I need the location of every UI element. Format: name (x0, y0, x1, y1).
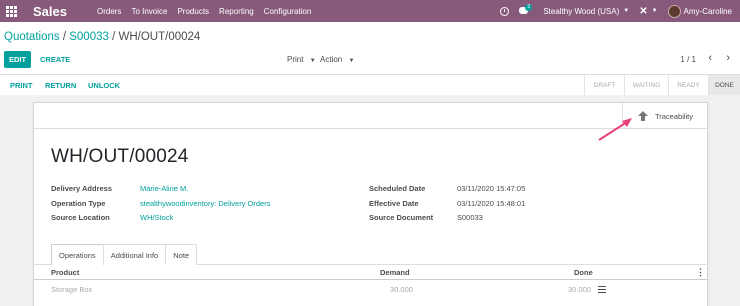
source-location-value[interactable]: WH/Stock (140, 213, 173, 222)
delivery-address-label: Delivery Address (51, 184, 113, 193)
tab-note[interactable]: Note (165, 244, 198, 265)
column-product[interactable]: Product (51, 268, 79, 277)
app-name[interactable]: Sales (33, 4, 67, 19)
create-button[interactable]: CREATE (40, 55, 70, 64)
table-header: Product Demand Done ⋮ (33, 265, 708, 280)
scheduled-date-value: 03/11/2020 15:47:05 (457, 184, 526, 193)
table-row[interactable]: Storage Box 30.000 30.000 (33, 281, 708, 298)
menu-orders[interactable]: Orders (97, 7, 121, 16)
caret-down-icon: ▼ (623, 8, 630, 14)
menu-to-invoice[interactable]: To Invoice (131, 7, 167, 16)
caret-down-icon: ▼ (309, 58, 316, 64)
debug-tools-icon[interactable]: ✕ ▼ (639, 6, 657, 17)
breadcrumb-sale-order[interactable]: S00033 (69, 31, 109, 43)
record-title: WH/OUT/00024 (51, 146, 189, 167)
caret-down-icon: ▼ (348, 58, 355, 64)
cell-done: 30.000 (568, 285, 591, 294)
traceability-label: Traceability (654, 111, 694, 121)
action-dropdown[interactable]: Action ▼ (320, 55, 354, 64)
pager-value[interactable]: 1 / 1 (680, 55, 696, 64)
source-document-value: S00033 (457, 213, 483, 222)
unlock-button[interactable]: UNLOCK (88, 81, 120, 90)
stage-waiting: WAITING (624, 75, 668, 95)
user-name: Amy-Caroline (683, 6, 732, 16)
effective-date-label: Effective Date (369, 199, 419, 208)
pager-next-icon[interactable]: › (726, 52, 730, 64)
source-document-label: Source Document (369, 213, 434, 222)
operation-type-label: Operation Type (51, 199, 106, 208)
avatar (667, 4, 681, 18)
detailed-operations-icon[interactable] (598, 286, 606, 293)
top-navbar: Sales Orders To Invoice Products Reporti… (0, 0, 740, 22)
print-button[interactable]: PRINT (10, 81, 33, 90)
edit-button[interactable]: EDIT (4, 51, 31, 68)
effective-date-value: 03/11/2020 15:48:01 (457, 199, 526, 208)
form-statusbar: PRINT RETURN UNLOCK DRAFT WAITING READY … (0, 74, 740, 95)
stage-done: DONE (708, 75, 740, 95)
messaging-icon[interactable]: 3 (519, 4, 533, 16)
menu-configuration[interactable]: Configuration (264, 7, 312, 16)
cell-demand: 30.000 (390, 285, 413, 294)
annotation-arrow-icon (598, 118, 632, 141)
breadcrumb: Quotations / S00033 / WH/OUT/00024 (4, 31, 200, 43)
activity-clock-icon[interactable] (500, 6, 510, 16)
cell-product: Storage Box (51, 285, 93, 294)
stage-bar: DRAFT WAITING READY DONE (584, 75, 740, 95)
operation-type-value[interactable]: stealthywoodinventory: Delivery Orders (140, 199, 270, 208)
company-switcher[interactable]: Stealthy Wood (USA) ▼ (543, 7, 629, 16)
print-label: Print (287, 55, 304, 64)
tab-additional-info[interactable]: Additional Info (102, 244, 167, 265)
print-dropdown[interactable]: Print ▼ (287, 55, 316, 64)
control-panel: Quotations / S00033 / WH/OUT/00024 EDIT … (0, 22, 740, 95)
user-menu[interactable]: Amy-Caroline (667, 4, 732, 18)
return-button[interactable]: RETURN (45, 81, 76, 90)
caret-down-icon: ▼ (651, 8, 658, 14)
company-name: Stealthy Wood (USA) (543, 6, 620, 16)
breadcrumb-separator: / (62, 31, 67, 43)
breadcrumb-separator: / (112, 31, 116, 43)
arrow-up-icon (637, 111, 648, 121)
apps-menu-icon[interactable] (0, 0, 22, 22)
source-location-label: Source Location (51, 213, 110, 222)
menu-products[interactable]: Products (177, 7, 209, 16)
tab-operations[interactable]: Operations (51, 244, 104, 265)
notebook-tabs: Operations Additional Info Note (51, 244, 198, 265)
chat-count-badge: 3 (525, 4, 533, 11)
menu-reporting[interactable]: Reporting (219, 7, 254, 16)
optional-columns-icon[interactable]: ⋮ (696, 267, 705, 278)
stage-ready: READY (668, 75, 708, 95)
stage-draft: DRAFT (584, 75, 624, 95)
column-done[interactable]: Done (574, 268, 593, 277)
column-demand[interactable]: Demand (380, 268, 410, 277)
breadcrumb-current: WH/OUT/00024 (118, 31, 201, 43)
pager-previous-icon[interactable]: ‹ (708, 52, 712, 64)
scheduled-date-label: Scheduled Date (369, 184, 426, 193)
action-label: Action (320, 55, 343, 64)
breadcrumb-quotations[interactable]: Quotations (4, 31, 60, 43)
delivery-address-value[interactable]: Marie-Aline M. (140, 184, 188, 193)
